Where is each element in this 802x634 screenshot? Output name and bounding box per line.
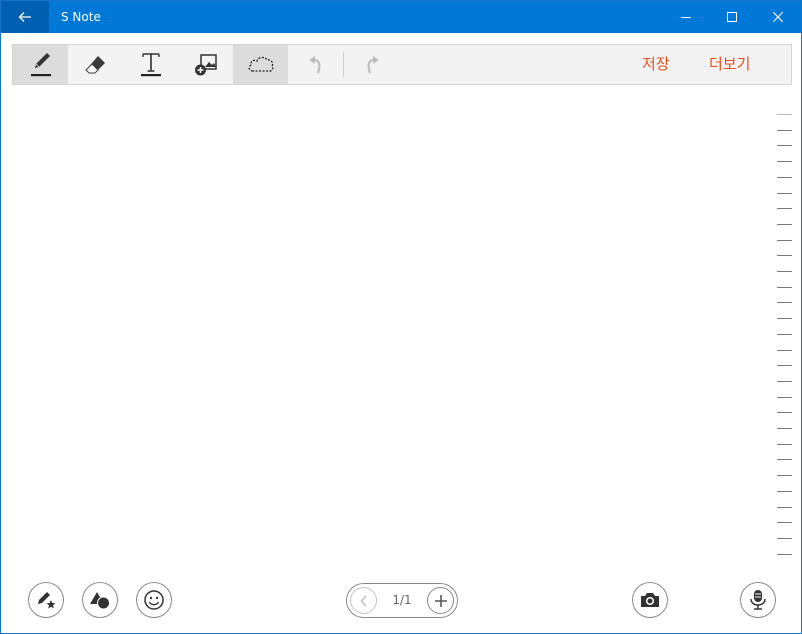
camera-button[interactable] — [632, 582, 668, 618]
ruler-tick — [777, 444, 792, 445]
emoji-icon — [144, 590, 164, 610]
ruler-tick — [777, 224, 792, 225]
ruler-tick — [777, 397, 792, 398]
undo-button[interactable] — [288, 45, 343, 84]
ruler-tick — [777, 302, 792, 303]
maximize-icon — [727, 12, 737, 22]
pen-favorites-button[interactable] — [28, 582, 64, 618]
chevron-left-icon — [359, 594, 367, 607]
text-tool-button[interactable] — [123, 45, 178, 84]
drawing-toolbar: 저장 더보기 — [12, 44, 792, 85]
eraser-icon — [84, 55, 105, 73]
ruler-tick — [777, 271, 792, 272]
pen-icon — [30, 52, 51, 76]
save-button[interactable]: 저장 — [642, 45, 670, 84]
ruler-tick — [777, 255, 792, 256]
ruler-tick — [777, 381, 792, 382]
ruler-tick — [777, 459, 792, 460]
back-button[interactable] — [1, 1, 49, 33]
ruler-tick — [777, 554, 792, 555]
back-arrow-icon — [18, 12, 31, 22]
title-bar: S Note — [1, 1, 801, 33]
ruler-tick — [777, 161, 792, 162]
ruler-tick — [777, 428, 792, 429]
note-canvas[interactable] — [2, 87, 774, 565]
ruler-tick — [777, 193, 792, 194]
ruler-tick — [777, 287, 792, 288]
window-title: S Note — [61, 10, 101, 24]
previous-page-button[interactable] — [350, 587, 377, 614]
redo-icon — [367, 55, 379, 73]
text-icon — [140, 52, 161, 76]
camera-icon — [641, 593, 659, 607]
insert-image-icon — [194, 53, 217, 75]
ruler-tick — [777, 240, 792, 241]
lasso-select-icon — [248, 56, 273, 72]
pen-tool-button[interactable] — [13, 45, 68, 84]
ruler-tick — [777, 318, 792, 319]
ruler-tick — [777, 522, 792, 523]
microphone-icon — [750, 590, 766, 610]
pen-favorites-icon — [38, 592, 56, 609]
ruler-tick — [777, 114, 792, 115]
insert-image-tool-button[interactable] — [178, 45, 233, 84]
ruler-tick — [777, 412, 792, 413]
minimize-button[interactable] — [663, 1, 709, 33]
plus-icon — [434, 594, 447, 607]
add-page-button[interactable] — [427, 587, 454, 614]
close-button[interactable] — [755, 1, 801, 33]
minimize-icon — [681, 17, 691, 18]
app-window: S Note 저장 더보기 1/1 — [0, 0, 802, 634]
page-scroll-ruler[interactable] — [777, 114, 792, 555]
page-indicator: 1/1 — [392, 593, 412, 607]
ruler-tick — [777, 334, 792, 335]
undo-icon — [308, 55, 320, 73]
maximize-button[interactable] — [709, 1, 755, 33]
emoji-button[interactable] — [136, 582, 172, 618]
ruler-tick — [777, 208, 792, 209]
ruler-tick — [777, 177, 792, 178]
page-navigator: 1/1 — [346, 583, 458, 618]
shape-icon — [90, 592, 110, 610]
ruler-tick — [777, 365, 792, 366]
ruler-tick — [777, 350, 792, 351]
lasso-select-tool-button[interactable] — [233, 45, 288, 84]
ruler-tick — [777, 538, 792, 539]
ruler-tick — [777, 507, 792, 508]
ruler-tick — [777, 475, 792, 476]
eraser-tool-button[interactable] — [68, 45, 123, 84]
ruler-tick — [777, 145, 792, 146]
ruler-tick — [777, 130, 792, 131]
close-icon — [773, 12, 783, 22]
redo-button[interactable] — [344, 45, 399, 84]
voice-record-button[interactable] — [740, 582, 776, 618]
ruler-tick — [777, 491, 792, 492]
shape-button[interactable] — [82, 582, 118, 618]
more-button[interactable]: 더보기 — [709, 45, 750, 84]
